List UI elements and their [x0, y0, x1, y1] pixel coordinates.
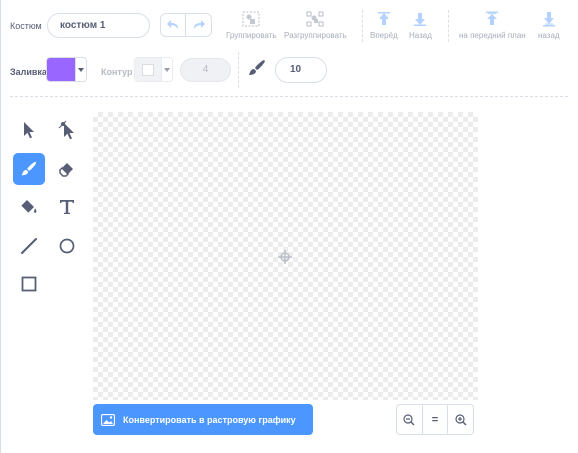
group-icon — [242, 11, 260, 27]
costume-label: Костюм — [10, 21, 42, 31]
eraser-tool[interactable] — [51, 153, 83, 185]
redo-button[interactable] — [186, 13, 212, 37]
zoom-reset-button[interactable]: = — [422, 404, 448, 435]
brush-icon — [21, 161, 37, 176]
zoom-in-icon — [455, 413, 467, 425]
undo-button[interactable] — [160, 13, 186, 37]
zoom-reset-label: = — [431, 413, 439, 426]
backward-label: Назад — [409, 31, 432, 40]
text-icon — [60, 200, 74, 214]
redo-icon — [193, 20, 205, 29]
image-icon — [101, 413, 115, 426]
backward-icon — [414, 13, 427, 26]
caret-down-icon — [78, 67, 84, 72]
back-icon — [542, 12, 555, 27]
eraser-icon — [59, 163, 73, 177]
left-edge-divider — [0, 0, 1, 453]
fill-color-swatch — [47, 58, 75, 81]
toolbar-divider — [448, 10, 449, 42]
text-tool[interactable] — [51, 191, 83, 223]
zoom-controls: = — [396, 404, 475, 435]
fill-dropdown[interactable] — [75, 58, 86, 81]
select-arrow-icon — [24, 122, 34, 139]
outline-label: Контур — [101, 67, 133, 77]
costume-name-input[interactable] — [47, 13, 150, 38]
zoom-out-icon — [403, 413, 415, 425]
brush-tool[interactable] — [13, 153, 45, 185]
circle-icon — [59, 238, 75, 254]
front-label: на передний план — [459, 31, 526, 40]
back-label: назад — [538, 31, 560, 40]
paint-bucket-icon — [20, 200, 37, 214]
zoom-out-button[interactable] — [396, 404, 423, 435]
brush-size-input[interactable]: 10 — [275, 57, 327, 83]
convert-to-bitmap-label: Конвертировать в растровую графику — [123, 414, 296, 425]
fill-label: Заливка — [10, 67, 47, 77]
convert-to-bitmap-button[interactable]: Конвертировать в растровую графику — [93, 404, 313, 435]
toolbar-divider — [362, 10, 363, 42]
fill-color-picker[interactable] — [46, 57, 87, 82]
outline-dropdown[interactable] — [161, 58, 172, 81]
outline-color-swatch — [135, 58, 161, 81]
forward-button[interactable]: Вперёд — [370, 11, 398, 40]
rectangle-icon — [21, 276, 37, 292]
front-icon — [486, 11, 499, 25]
outline-width-input[interactable]: 4 — [180, 58, 231, 82]
ungroup-button[interactable]: Разгруппировать — [284, 11, 347, 40]
select-tool[interactable] — [13, 114, 45, 146]
circle-tool[interactable] — [51, 230, 83, 262]
ungroup-icon — [306, 11, 324, 27]
forward-icon — [377, 12, 390, 25]
reshape-tool[interactable] — [51, 114, 83, 146]
rectangle-tool[interactable] — [13, 268, 45, 300]
ungroup-label: Разгруппировать — [284, 31, 347, 40]
forward-label: Вперёд — [370, 31, 398, 40]
rotation-center-icon — [278, 250, 292, 269]
reshape-icon — [58, 120, 74, 140]
brush-size-icon — [247, 58, 267, 83]
send-to-back-button[interactable]: назад — [538, 11, 560, 40]
line-tool[interactable] — [13, 230, 45, 262]
caret-down-icon — [164, 67, 170, 72]
group-button[interactable]: Группировать — [226, 11, 277, 40]
outline-color-picker[interactable] — [134, 57, 173, 82]
group-label: Группировать — [226, 31, 277, 40]
line-icon — [21, 238, 37, 254]
undo-icon — [167, 20, 178, 29]
backward-button[interactable]: Назад — [409, 11, 432, 40]
zoom-in-button[interactable] — [447, 404, 475, 435]
fill-tool[interactable] — [13, 191, 45, 223]
bring-to-front-button[interactable]: на передний план — [459, 11, 526, 40]
toolbar-divider — [238, 52, 239, 88]
undo-redo-group — [160, 13, 212, 37]
header-divider — [10, 96, 568, 97]
